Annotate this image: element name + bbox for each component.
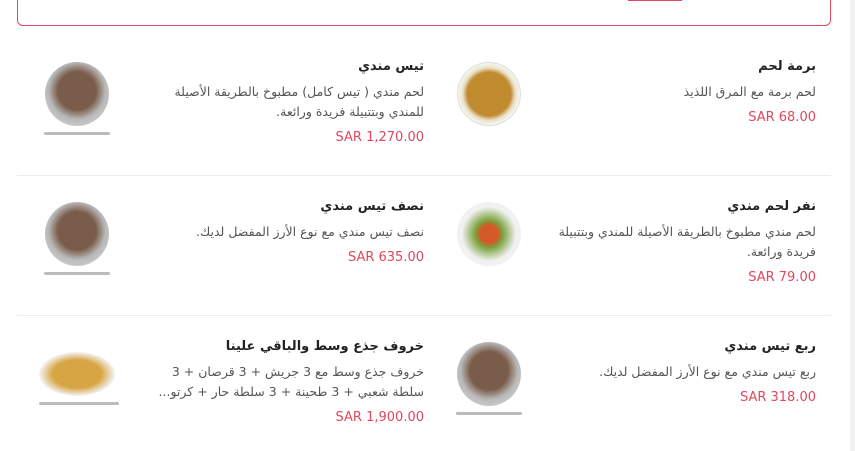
menu-item-price: SAR 1,900.00 xyxy=(335,410,424,425)
menu-item-card[interactable]: نفر لحم مندي لحم مندي مطبوخ بالطريقة الأ… xyxy=(424,176,831,315)
meat-bowl-icon xyxy=(451,62,527,138)
category-tabs-bar: و xyxy=(17,0,831,26)
menu-row: نفر لحم مندي لحم مندي مطبوخ بالطريقة الأ… xyxy=(17,176,831,316)
menu-item-description: لحم مندي ( تيس كامل) مطبوخ بالطريقة الأص… xyxy=(174,84,424,119)
meat-salad-plate-icon xyxy=(451,202,527,278)
mandi-plate-icon xyxy=(451,342,527,418)
menu-row: ربع تيس مندي ربع تيس مندي مع نوع الأرز ا… xyxy=(17,316,831,451)
menu-item-card[interactable]: خروف جذع وسط والباقي علينا خروف جذع وسط … xyxy=(17,316,424,451)
menu-item-title: تيس مندي xyxy=(358,59,424,74)
menu-item-description: لحم برمة مع المرق اللذيذ xyxy=(683,84,816,99)
menu-item-card[interactable]: ربع تيس مندي ربع تيس مندي مع نوع الأرز ا… xyxy=(424,316,831,451)
menu-item-description: خروف جذع وسط مع 3 جريش + 3 قرصان + 3 سلط… xyxy=(158,364,424,399)
menu-item-card[interactable]: تيس مندي لحم مندي ( تيس كامل) مطبوخ بالط… xyxy=(17,36,424,175)
menu-items-grid: برمة لحم لحم برمة مع المرق اللذيذ SAR 68… xyxy=(17,36,831,451)
mandi-plate-icon xyxy=(39,62,115,138)
menu-item-description: لحم مندي مطبوخ بالطريقة الأصيلة للمندي و… xyxy=(558,224,816,259)
menu-item-description: ربع تيس مندي مع نوع الأرز المفضل لديك. xyxy=(599,364,816,379)
menu-item-price: SAR 68.00 xyxy=(748,110,816,125)
page-scrollbar[interactable] xyxy=(850,0,855,451)
menu-item-card[interactable]: نصف تيس مندي نصف تيس مندي مع نوع الأرز ا… xyxy=(17,176,424,315)
menu-row: برمة لحم لحم برمة مع المرق اللذيذ SAR 68… xyxy=(17,36,831,176)
menu-item-title: نصف تيس مندي xyxy=(320,199,424,214)
menu-item-title: خروف جذع وسط والباقي علينا xyxy=(225,339,424,354)
menu-item-price: SAR 318.00 xyxy=(739,390,816,405)
menu-item-description: نصف تيس مندي مع نوع الأرز المفضل لديك. xyxy=(196,224,424,239)
menu-item-price: SAR 1,270.00 xyxy=(335,130,424,145)
menu-item-price: SAR 79.00 xyxy=(748,270,816,285)
tab-active-indicator xyxy=(628,0,682,1)
mandi-plate-icon xyxy=(39,202,115,278)
rice-platter-icon xyxy=(39,342,119,418)
menu-item-card[interactable]: برمة لحم لحم برمة مع المرق اللذيذ SAR 68… xyxy=(424,36,831,175)
menu-item-title: ربع تيس مندي xyxy=(724,339,816,354)
menu-item-price: SAR 635.00 xyxy=(347,250,424,265)
menu-item-title: برمة لحم xyxy=(758,59,816,74)
menu-item-title: نفر لحم مندي xyxy=(727,199,816,214)
